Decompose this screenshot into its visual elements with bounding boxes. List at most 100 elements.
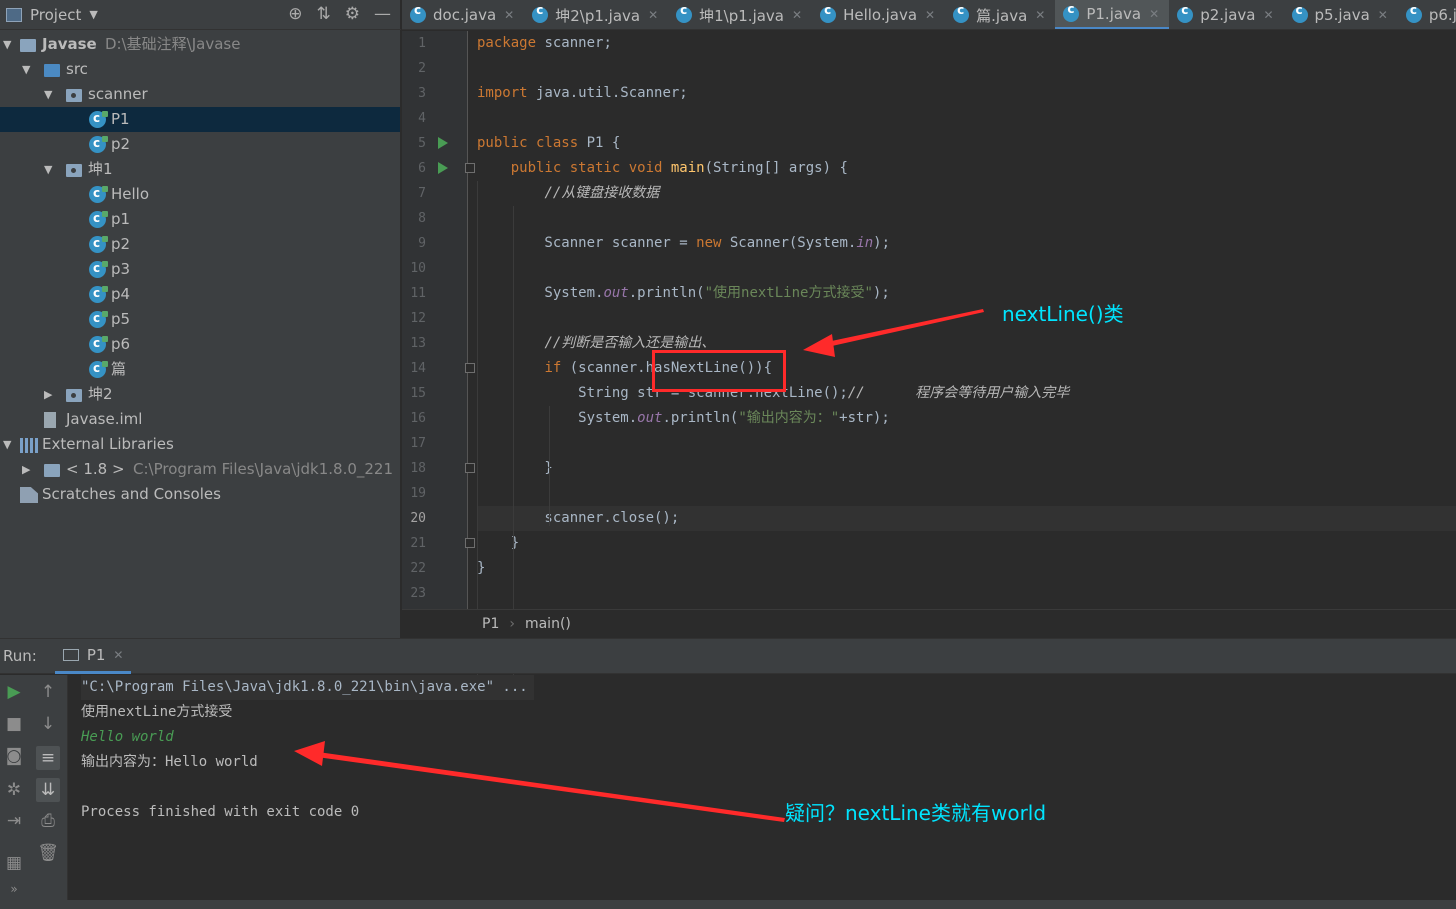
tree-item[interactable]: p1 <box>0 206 400 232</box>
line-number: 6 <box>418 161 426 176</box>
rerun-icon[interactable]: ▶ <box>2 680 26 704</box>
debug-settings-icon[interactable]: ✲ <box>2 778 26 802</box>
code-line[interactable]: scanner.close(); <box>477 506 1456 531</box>
code-line[interactable]: } <box>477 456 1456 481</box>
tree-item[interactable]: ▼ Javase D:\基础注释\Javase <box>0 32 400 57</box>
close-icon[interactable]: ✕ <box>113 648 123 662</box>
hide-panel-icon[interactable]: — <box>374 4 391 24</box>
close-icon[interactable]: ✕ <box>648 8 658 22</box>
tree-item[interactable]: p6 <box>0 331 400 357</box>
close-icon[interactable]: ✕ <box>925 8 935 22</box>
tree-item[interactable]: Hello <box>0 181 400 207</box>
tree-item[interactable]: ▼ External Libraries <box>0 432 400 457</box>
code-line[interactable]: Scanner scanner = new Scanner(System.in)… <box>477 231 1456 256</box>
code-line[interactable]: public class P1 { <box>477 131 1456 156</box>
chevron-down-icon[interactable]: ▼ <box>44 82 52 107</box>
fold-icon[interactable] <box>465 463 475 473</box>
code-line[interactable]: if (scanner.hasNextLine()){ <box>477 356 1456 381</box>
tree-item[interactable]: p2 <box>0 231 400 257</box>
code-line[interactable]: } <box>477 531 1456 556</box>
run-tab-p1[interactable]: P1 ✕ <box>54 638 132 674</box>
tree-item[interactable]: p3 <box>0 256 400 282</box>
tree-item[interactable]: ▼ scanner <box>0 82 400 107</box>
tree-item[interactable]: p2 <box>0 131 400 157</box>
code-line[interactable] <box>477 431 1456 456</box>
editor-tab[interactable]: 篇.java ✕ <box>945 0 1055 29</box>
close-icon[interactable]: ✕ <box>1378 8 1388 22</box>
code-line[interactable] <box>477 481 1456 506</box>
chevron-down-icon[interactable]: ▼ <box>3 432 11 457</box>
down-arrow-icon[interactable]: ↓ <box>36 712 60 736</box>
gear-icon[interactable]: ⚙ <box>345 4 360 24</box>
tree-item[interactable]: P1 <box>0 106 400 132</box>
code-line[interactable]: } <box>477 556 1456 581</box>
fold-icon[interactable] <box>465 363 475 373</box>
editor-tab[interactable]: 坤1\p1.java ✕ <box>668 0 812 29</box>
stop-icon[interactable]: ■ <box>2 712 26 736</box>
chevron-down-icon[interactable]: ▼ <box>22 57 30 82</box>
code-area[interactable]: package scanner; import java.util.Scanner… <box>477 31 1456 721</box>
trash-icon[interactable]: 🗑 <box>36 841 60 865</box>
code-line[interactable]: import java.util.Scanner; <box>477 81 1456 106</box>
code-line[interactable]: public static void main(String[] args) { <box>477 156 1456 181</box>
code-line[interactable] <box>477 56 1456 81</box>
up-arrow-icon[interactable]: ↑ <box>36 680 60 704</box>
close-icon[interactable]: ✕ <box>792 8 802 22</box>
project-view-selector[interactable]: Project <box>30 6 81 24</box>
editor-tab[interactable]: doc.java ✕ <box>402 0 524 29</box>
editor-gutter[interactable]: 1 2 3 4 5 6 7 8 9 10 11 12 13 14 15 16 17 18 19 20 21 22 23 <box>402 31 475 609</box>
scroll-to-end-icon[interactable]: ⇊ <box>36 778 60 802</box>
tree-item[interactable]: ▼ src <box>0 57 400 82</box>
chevron-down-icon[interactable]: ▼ <box>3 32 11 57</box>
fold-icon[interactable] <box>465 163 475 173</box>
chevron-down-icon[interactable]: ▼ <box>44 157 52 182</box>
editor-tab[interactable]: p5.java ✕ <box>1284 0 1398 29</box>
code-line[interactable]: System.out.println("使用nextLine方式接受"); <box>477 281 1456 306</box>
tree-item[interactable]: Javase.iml <box>0 407 400 432</box>
collapse-all-icon[interactable]: ⇅ <box>317 4 331 24</box>
code-line[interactable]: package scanner; <box>477 31 1456 56</box>
code-line[interactable] <box>477 106 1456 131</box>
tree-item[interactable]: p4 <box>0 281 400 307</box>
code-editor[interactable]: 1 2 3 4 5 6 7 8 9 10 11 12 13 14 15 16 17 18 19 20 21 22 23 pa… <box>402 31 1456 721</box>
code-line[interactable] <box>477 206 1456 231</box>
chevron-right-icon[interactable]: ▶ <box>22 457 30 482</box>
tree-item[interactable]: Scratches and Consoles <box>0 482 400 507</box>
breadcrumb-method[interactable]: main() <box>525 616 571 632</box>
code-line[interactable]: String str = scanner.nextLine();// 程序会等待… <box>477 381 1456 406</box>
layout-icon[interactable]: ▦ <box>2 851 26 875</box>
print-icon[interactable]: ⎙ <box>36 809 60 833</box>
tree-item[interactable]: ▶ 坤2 <box>0 382 400 407</box>
soft-wrap-icon[interactable]: ≡ <box>36 746 60 770</box>
run-gutter-icon[interactable] <box>438 137 448 149</box>
breadcrumb-class[interactable]: P1 <box>482 616 499 632</box>
camera-icon[interactable]: ◙ <box>2 744 26 768</box>
editor-tab[interactable]: Hello.java ✕ <box>812 0 945 29</box>
tree-item[interactable]: 篇 <box>0 356 400 382</box>
locate-file-icon[interactable]: ⊕ <box>288 4 302 24</box>
editor-tab[interactable]: 坤2\p1.java ✕ <box>524 0 668 29</box>
editor-tab[interactable]: P1.java ✕ <box>1055 0 1170 29</box>
code-line[interactable]: System.out.println("输出内容为："+str); <box>477 406 1456 431</box>
chevron-down-icon[interactable]: ▼ <box>89 8 97 21</box>
code-line[interactable] <box>477 306 1456 331</box>
close-icon[interactable]: ✕ <box>1149 7 1159 21</box>
tree-item[interactable]: ▶ < 1.8 > C:\Program Files\Java\jdk1.8.0_2… <box>0 457 400 482</box>
fold-icon[interactable] <box>465 538 475 548</box>
exit-icon[interactable]: ⇥ <box>2 809 26 833</box>
code-line[interactable]: //判断是否输入还是输出、 <box>477 331 1456 356</box>
close-icon[interactable]: ✕ <box>1035 8 1045 22</box>
editor-tab[interactable]: p2.java ✕ <box>1169 0 1283 29</box>
more-icon[interactable]: » <box>2 877 26 901</box>
code-line[interactable] <box>477 256 1456 281</box>
code-line[interactable] <box>477 581 1456 606</box>
close-icon[interactable]: ✕ <box>1263 8 1273 22</box>
run-console[interactable]: "C:\Program Files\Java\jdk1.8.0_221\bin\… <box>68 675 1456 900</box>
close-icon[interactable]: ✕ <box>504 8 514 22</box>
editor-tab[interactable]: p6.java <box>1398 0 1456 29</box>
chevron-right-icon[interactable]: ▶ <box>44 382 52 407</box>
run-gutter-icon[interactable] <box>438 162 448 174</box>
tree-item[interactable]: ▼ 坤1 <box>0 157 400 182</box>
tree-item[interactable]: p5 <box>0 306 400 332</box>
code-line[interactable]: //从键盘接收数据 <box>477 181 1456 206</box>
